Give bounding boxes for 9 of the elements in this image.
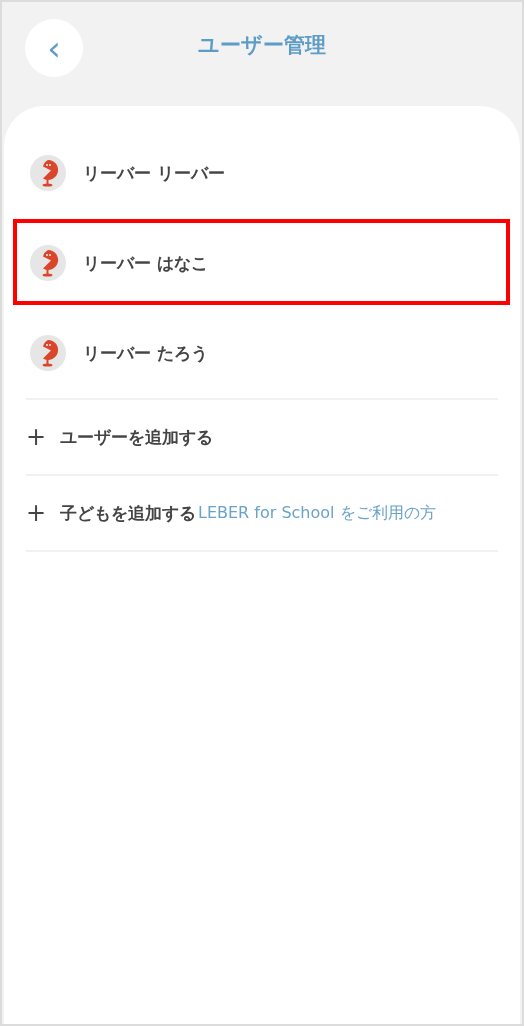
page-title: ユーザー管理 — [198, 32, 326, 59]
note-text: LEBER for School をご利用の方 — [198, 502, 436, 524]
add-link[interactable]: ユーザーを追加する — [60, 425, 213, 449]
plus-icon: + — [26, 499, 60, 527]
plus-icon: + — [26, 423, 60, 451]
user-name[interactable]: リーバー リーバー — [83, 161, 225, 185]
user-name[interactable]: リーバー たろう — [83, 341, 208, 365]
user-name[interactable]: リーバー はなこ — [83, 251, 208, 275]
add-link[interactable]: 子どもを追加する — [60, 501, 196, 525]
